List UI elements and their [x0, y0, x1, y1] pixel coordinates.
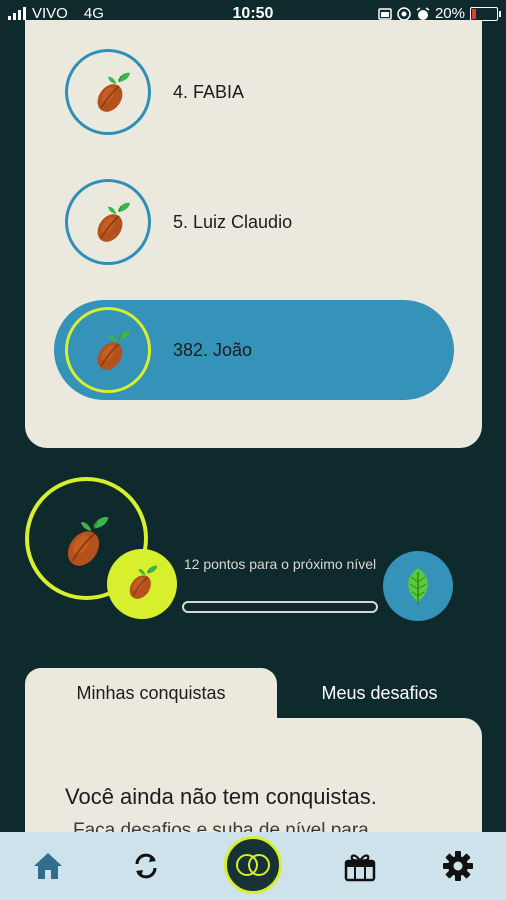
nav-rewards[interactable]	[330, 832, 390, 900]
ranking-row[interactable]: 4. FABIA	[54, 42, 454, 142]
cocoa-bean-icon	[92, 200, 132, 244]
tab-label: Minhas conquistas	[76, 683, 226, 703]
sync-icon	[135, 853, 157, 879]
nav-settings[interactable]	[428, 832, 488, 900]
alarm-icon	[416, 6, 430, 20]
level-progress-text: 12 pontos para o próximo nível	[183, 556, 377, 572]
nav-sync[interactable]	[116, 832, 176, 900]
avatar	[65, 307, 151, 393]
achievements-icon	[236, 854, 270, 876]
home-icon	[34, 853, 62, 879]
ranking-name: 382. João	[173, 339, 253, 360]
do-not-disturb-icon	[397, 6, 411, 21]
nav-home[interactable]	[18, 832, 78, 900]
ranking-name: 4. FABIA	[173, 81, 245, 102]
avatar	[65, 49, 151, 135]
tab-label: Meus desafios	[321, 683, 438, 703]
rewards-icon	[344, 854, 376, 882]
ranking-row[interactable]: 5. Luiz Claudio	[54, 172, 454, 272]
current-level-badge	[107, 549, 177, 619]
next-level-badge	[383, 551, 453, 621]
cocoa-bean-icon	[92, 328, 132, 372]
ranking-card: 4. FABIA 5. Luiz Claudio 382. João	[25, 20, 482, 448]
battery-icon	[470, 6, 501, 21]
ranking-name: 5. Luiz Claudio	[173, 211, 293, 232]
nav-achievements[interactable]	[224, 836, 282, 894]
level-progress-bar	[182, 601, 378, 613]
cocoa-bean-icon	[92, 70, 132, 114]
ranking-row-current-user[interactable]: 382. João	[54, 300, 454, 400]
settings-icon	[443, 851, 473, 881]
avatar	[65, 179, 151, 265]
tab-meus-desafios[interactable]: Meus desafios	[277, 668, 482, 718]
leaf-icon	[408, 568, 428, 605]
cocoa-bean-icon	[125, 563, 159, 601]
empty-state-title: Você ainda não tem conquistas.	[65, 784, 377, 809]
cocoa-bean-icon	[61, 513, 111, 569]
cast-icon	[378, 7, 392, 20]
